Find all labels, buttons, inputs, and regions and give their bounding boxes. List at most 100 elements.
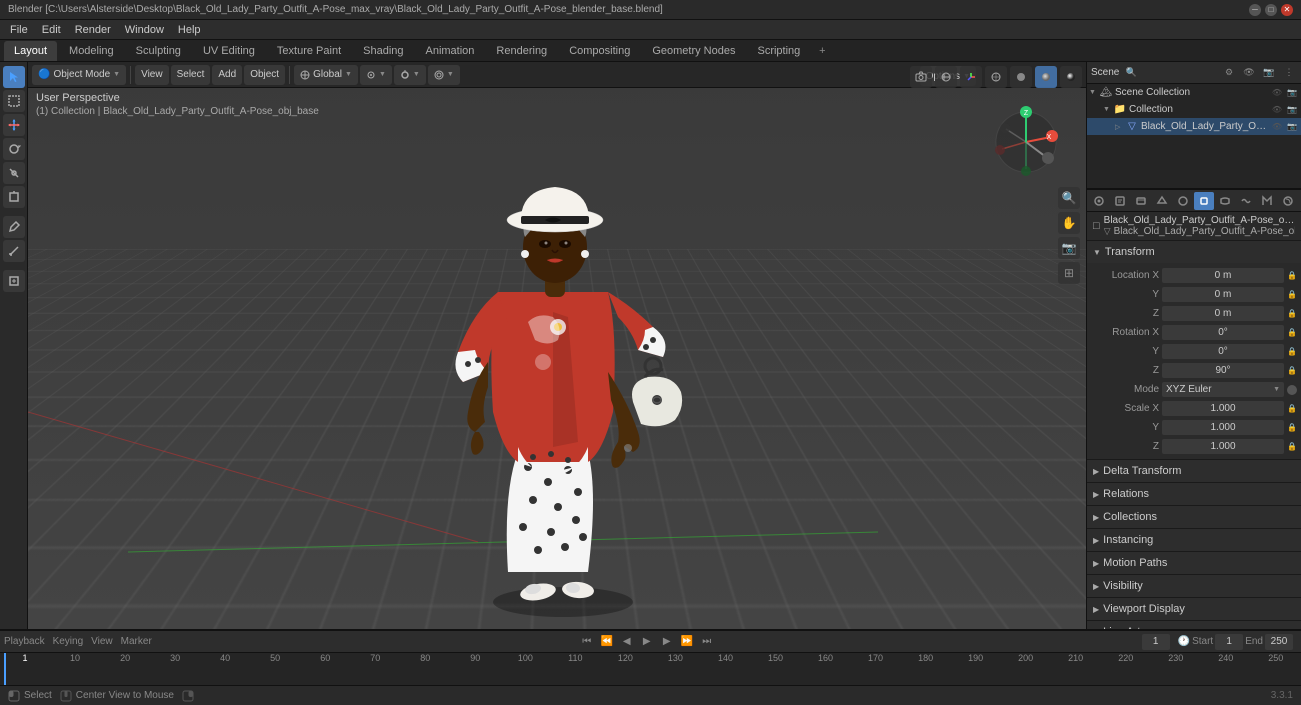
props-tab-material[interactable] — [1278, 192, 1298, 210]
obj-camera-icon[interactable]: 📷 — [1285, 120, 1299, 134]
props-tab-output[interactable] — [1110, 192, 1130, 210]
outliner-filter-icon[interactable]: ⚙ — [1221, 65, 1237, 81]
props-tab-scene[interactable] — [1152, 192, 1172, 210]
props-tab-modifier[interactable] — [1215, 192, 1235, 210]
camera-view-icon[interactable]: 📷 — [1058, 237, 1080, 259]
tab-animation[interactable]: Animation — [416, 41, 485, 61]
coll-camera-icon[interactable]: 📷 — [1285, 103, 1299, 117]
next-keyframe-btn[interactable]: ⏩ — [678, 633, 696, 651]
rotate-tool[interactable] — [3, 138, 25, 160]
delta-transform-header[interactable]: ▶ Delta Transform — [1087, 460, 1301, 482]
outliner-search-icon[interactable]: 🔍 — [1123, 65, 1139, 81]
scale-z-value[interactable]: 1.000 — [1162, 439, 1284, 454]
tab-sculpting[interactable]: Sculpting — [126, 41, 191, 61]
properties-scroll[interactable]: □ Black_Old_Lady_Party_Outfit_A-Pose_obj… — [1087, 212, 1301, 629]
props-tab-object[interactable] — [1194, 192, 1214, 210]
rotation-x-lock[interactable]: 🔒 — [1287, 328, 1297, 337]
scale-y-lock[interactable]: 🔒 — [1287, 423, 1297, 432]
jump-back-btn[interactable]: ◀ — [618, 633, 636, 651]
outliner-item-collection[interactable]: ▼ 📁 Collection 👁 📷 — [1087, 101, 1301, 118]
tab-geometry-nodes[interactable]: Geometry Nodes — [642, 41, 745, 61]
add-workspace-button[interactable]: + — [812, 41, 832, 61]
overlay-icon-btn[interactable] — [935, 66, 957, 88]
zoom-in-icon[interactable]: 🔍 — [1058, 187, 1080, 209]
object-menu-btn[interactable]: Object — [244, 65, 285, 85]
tab-compositing[interactable]: Compositing — [559, 41, 640, 61]
visibility-header[interactable]: ▶ Visibility — [1087, 575, 1301, 597]
viewport-display-header[interactable]: ▶ Viewport Display — [1087, 598, 1301, 620]
rotation-z-value[interactable]: 90° — [1162, 363, 1284, 378]
outliner-hide-icon[interactable]: 👁 — [1241, 65, 1257, 81]
timeline-ruler[interactable]: 1 10 20 30 40 50 60 70 80 90 100 110 120… — [0, 653, 1301, 685]
obj-eye-icon[interactable]: 👁 — [1270, 120, 1284, 134]
props-tab-uv[interactable] — [1257, 192, 1277, 210]
outliner-body[interactable]: ▼ 🏔 Scene Collection 👁 📷 ▼ 📁 Collection — [1087, 84, 1301, 188]
relations-header[interactable]: ▶ Relations — [1087, 483, 1301, 505]
current-frame-input[interactable] — [1142, 634, 1170, 650]
scale-z-lock[interactable]: 🔒 — [1287, 442, 1297, 451]
add-object-tool[interactable] — [3, 270, 25, 292]
location-y-lock[interactable]: 🔒 — [1287, 290, 1297, 299]
menu-window[interactable]: Window — [119, 22, 170, 38]
tab-shading[interactable]: Shading — [353, 41, 413, 61]
rotation-z-lock[interactable]: 🔒 — [1287, 366, 1297, 375]
marker-label[interactable]: Marker — [121, 636, 152, 647]
menu-edit[interactable]: Edit — [36, 22, 67, 38]
motion-paths-header[interactable]: ▶ Motion Paths — [1087, 552, 1301, 574]
rotation-y-value[interactable]: 0° — [1162, 344, 1284, 359]
menu-help[interactable]: Help — [172, 22, 207, 38]
scale-x-value[interactable]: 1.000 — [1162, 401, 1284, 416]
viewport-shading-solid[interactable] — [1010, 66, 1032, 88]
move-tool[interactable] — [3, 114, 25, 136]
scale-x-lock[interactable]: 🔒 — [1287, 404, 1297, 413]
props-tab-render[interactable] — [1089, 192, 1109, 210]
mesh-name-text[interactable]: Black_Old_Lady_Party_Outfit_A-Pose_obj_b… — [1114, 226, 1295, 237]
menu-file[interactable]: File — [4, 22, 34, 38]
location-x-value[interactable]: 0 m — [1162, 268, 1284, 283]
select-menu-btn[interactable]: Select — [171, 65, 211, 85]
line-art-header[interactable]: ▶ Line Art — [1087, 621, 1301, 629]
maximize-button[interactable]: □ — [1265, 4, 1277, 16]
collections-header[interactable]: ▶ Collections — [1087, 506, 1301, 528]
rotation-x-value[interactable]: 0° — [1162, 325, 1284, 340]
cursor-tool[interactable] — [3, 66, 25, 88]
tab-scripting[interactable]: Scripting — [747, 41, 810, 61]
scene-eye-icon[interactable]: 👁 — [1270, 86, 1284, 100]
rotation-mode-dropdown[interactable]: XYZ Euler ▼ — [1162, 382, 1284, 397]
start-frame-input[interactable] — [1215, 634, 1243, 650]
outliner-more-icon[interactable]: ⋮ — [1281, 65, 1297, 81]
proportional-edit-btn[interactable]: ▼ — [428, 65, 460, 85]
viewport-shading-wire[interactable] — [985, 66, 1007, 88]
outliner-item-scene-collection[interactable]: ▼ 🏔 Scene Collection 👁 📷 — [1087, 84, 1301, 101]
props-tab-shapekeys[interactable] — [1236, 192, 1256, 210]
select-tool[interactable] — [3, 90, 25, 112]
scene-camera-icon[interactable]: 📷 — [1285, 86, 1299, 100]
object-name-field[interactable]: Black_Old_Lady_Party_Outfit_A-Pose_obj_b… — [1104, 215, 1295, 226]
tab-modeling[interactable]: Modeling — [59, 41, 124, 61]
view-menu-btn[interactable]: View — [135, 65, 169, 85]
coll-eye-icon[interactable]: 👁 — [1270, 103, 1284, 117]
outliner-render-icon[interactable]: 📷 — [1261, 65, 1277, 81]
play-btn[interactable]: ▶ — [638, 633, 656, 651]
jump-to-start-btn[interactable]: ⏮ — [578, 633, 596, 651]
menu-render[interactable]: Render — [69, 22, 117, 38]
keying-label[interactable]: Keying — [53, 636, 84, 647]
transform-tool[interactable] — [3, 186, 25, 208]
hand-tool-icon[interactable]: ✋ — [1058, 212, 1080, 234]
outliner-item-object[interactable]: ▷ ▽ Black_Old_Lady_Party_Outfit_A-Pos 👁 … — [1087, 118, 1301, 135]
add-menu-btn[interactable]: Add — [212, 65, 242, 85]
viewport-shading-render[interactable] — [1060, 66, 1082, 88]
prev-keyframe-btn[interactable]: ⏪ — [598, 633, 616, 651]
viewport-shading-material[interactable] — [1035, 66, 1057, 88]
instancing-header[interactable]: ▶ Instancing — [1087, 529, 1301, 551]
tab-rendering[interactable]: Rendering — [486, 41, 557, 61]
timeline-body[interactable]: 1 10 20 30 40 50 60 70 80 90 100 110 120… — [0, 653, 1301, 685]
measure-tool[interactable] — [3, 240, 25, 262]
location-x-lock[interactable]: 🔒 — [1287, 271, 1297, 280]
end-frame-input[interactable] — [1265, 634, 1293, 650]
snap-btn[interactable]: ▼ — [394, 65, 426, 85]
location-z-value[interactable]: 0 m — [1162, 306, 1284, 321]
transform-section-header[interactable]: ▼ Transform — [1087, 241, 1301, 263]
jump-to-end-btn[interactable]: ⏭ — [698, 633, 716, 651]
pivot-point-btn[interactable]: ▼ — [360, 65, 392, 85]
